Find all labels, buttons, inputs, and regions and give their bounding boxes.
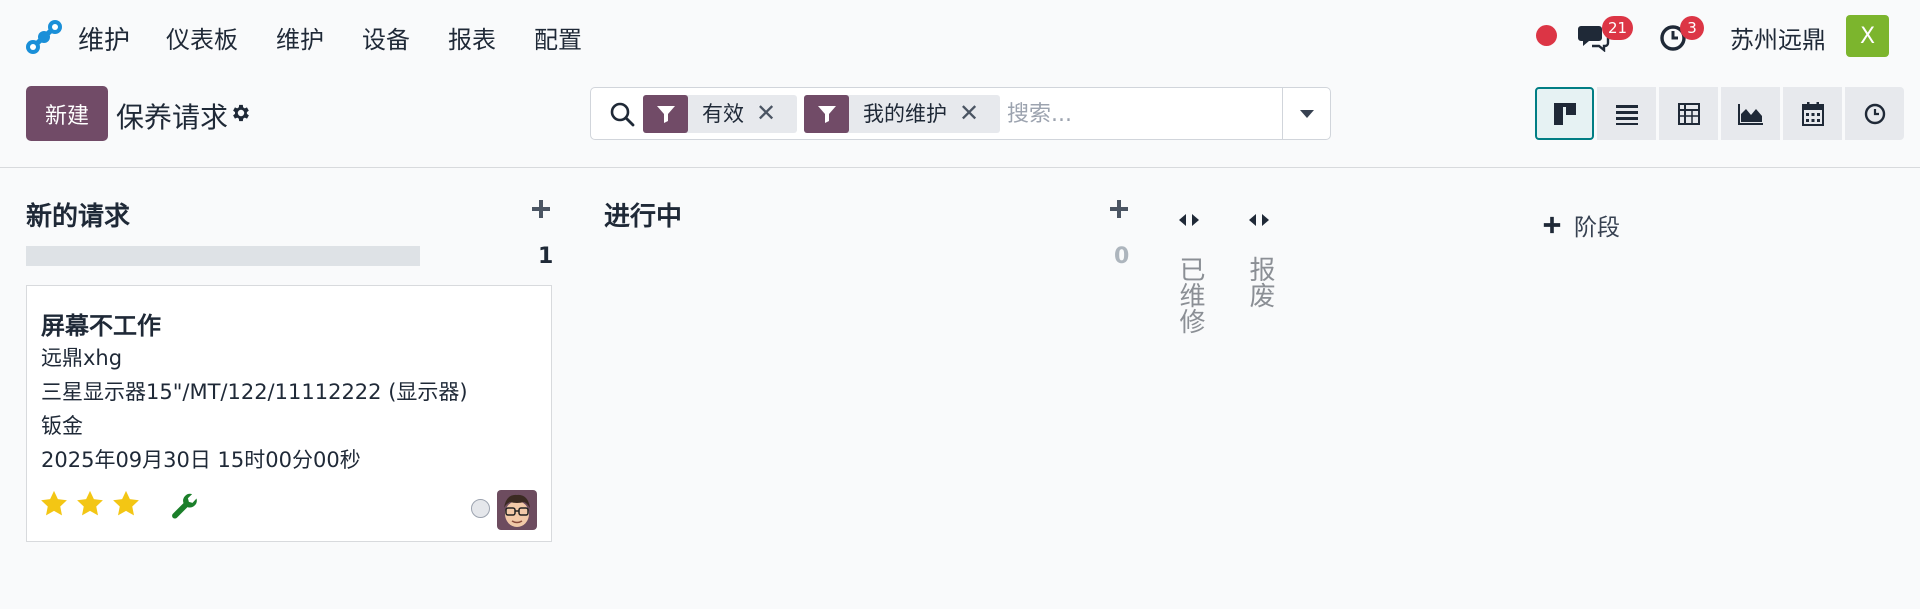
plus-icon[interactable] (530, 198, 552, 220)
search-bar: 有效 ✕ 我的维护 ✕ (590, 87, 1331, 140)
filter-icon (643, 95, 688, 133)
facet-remove-icon[interactable]: ✕ (959, 95, 989, 133)
card-equipment: 三星显示器15"/MT/122/11112222 (显示器) (41, 380, 468, 404)
view-switcher (1535, 87, 1907, 140)
menu-item-dashboard[interactable]: 仪表板 (166, 20, 238, 55)
top-navbar: 维护 仪表板 维护 设备 报表 配置 21 3 苏州远鼎 X (0, 0, 1920, 71)
unfold-arrows-icon[interactable] (1247, 210, 1271, 230)
calendar-view-button[interactable] (1783, 87, 1842, 140)
search-facet-my-maintenance: 我的维护 ✕ (804, 95, 1000, 133)
priority-stars (39, 489, 141, 519)
search-options-toggle[interactable] (1282, 88, 1330, 139)
unfold-arrows-icon[interactable] (1177, 210, 1201, 230)
folded-column-repaired[interactable]: 已维修 (1172, 256, 1209, 334)
column-title-in-progress[interactable]: 进行中 (604, 196, 682, 233)
menu-item-equipment[interactable]: 设备 (362, 20, 410, 55)
main-menu: 仪表板 维护 设备 报表 配置 (166, 20, 620, 55)
menu-item-configuration[interactable]: 配置 (534, 20, 582, 55)
area-chart-icon (1737, 103, 1763, 125)
card-schedule-date: 2025年09月30日 15时00分00秒 (41, 448, 361, 472)
assignee-avatar[interactable] (497, 490, 537, 530)
header-divider (0, 167, 1920, 168)
activities-count-badge: 3 (1680, 16, 1704, 40)
card-title: 屏幕不工作 (41, 312, 161, 340)
star-icon[interactable] (39, 489, 69, 519)
facet-value: 我的维护 (863, 102, 947, 126)
card-requester: 远鼎xhg (41, 346, 123, 370)
messages-count-badge: 21 (1602, 16, 1634, 40)
plus-icon[interactable] (1108, 198, 1130, 220)
column-progress-bar[interactable] (26, 246, 420, 266)
kanban-state-icon[interactable] (471, 499, 490, 518)
activity-view-button[interactable] (1845, 87, 1904, 140)
presence-status-icon[interactable] (1536, 25, 1557, 46)
column-count: 0 (1114, 244, 1130, 269)
company-switcher[interactable]: 苏州远鼎 (1730, 20, 1826, 55)
clock-icon (1864, 103, 1885, 124)
calendar-icon (1801, 101, 1824, 126)
kanban-view-button[interactable] (1535, 87, 1594, 140)
app-name[interactable]: 维护 (78, 20, 130, 57)
user-avatar-menu[interactable]: X (1846, 15, 1889, 57)
plus-icon (1543, 216, 1561, 234)
add-stage-button[interactable]: 阶段 (1542, 208, 1620, 242)
column-count: 1 (538, 244, 554, 269)
facet-value: 有效 (702, 102, 744, 126)
caret-down-icon (1299, 109, 1314, 118)
graph-view-button[interactable] (1721, 87, 1780, 140)
page-title: 保养请求 (116, 101, 229, 134)
kanban-icon (1553, 102, 1576, 125)
list-view-button[interactable] (1597, 87, 1656, 140)
star-icon[interactable] (75, 489, 105, 519)
column-title-new-requests[interactable]: 新的请求 (26, 196, 130, 233)
gear-icon[interactable] (230, 102, 252, 124)
pivot-icon (1677, 102, 1700, 125)
search-input[interactable] (1007, 96, 1247, 132)
wrench-icon (172, 493, 197, 519)
search-facet-active: 有效 ✕ (643, 95, 797, 133)
app-logo-icon[interactable] (24, 18, 64, 56)
new-button[interactable]: 新建 (26, 86, 108, 141)
search-icon[interactable] (609, 101, 635, 127)
folded-column-scrap[interactable]: 报废 (1242, 256, 1279, 308)
menu-item-reporting[interactable]: 报表 (448, 20, 496, 55)
filter-icon (804, 95, 849, 133)
card-team: 钣金 (41, 414, 83, 438)
add-stage-label: 阶段 (1574, 215, 1620, 241)
menu-item-maintenance[interactable]: 维护 (276, 20, 324, 55)
kanban-card[interactable]: 屏幕不工作 远鼎xhg 三星显示器15"/MT/122/11112222 (显示… (26, 285, 552, 542)
list-icon (1615, 104, 1638, 125)
facet-remove-icon[interactable]: ✕ (756, 95, 786, 133)
pivot-view-button[interactable] (1659, 87, 1718, 140)
star-icon[interactable] (111, 489, 141, 519)
